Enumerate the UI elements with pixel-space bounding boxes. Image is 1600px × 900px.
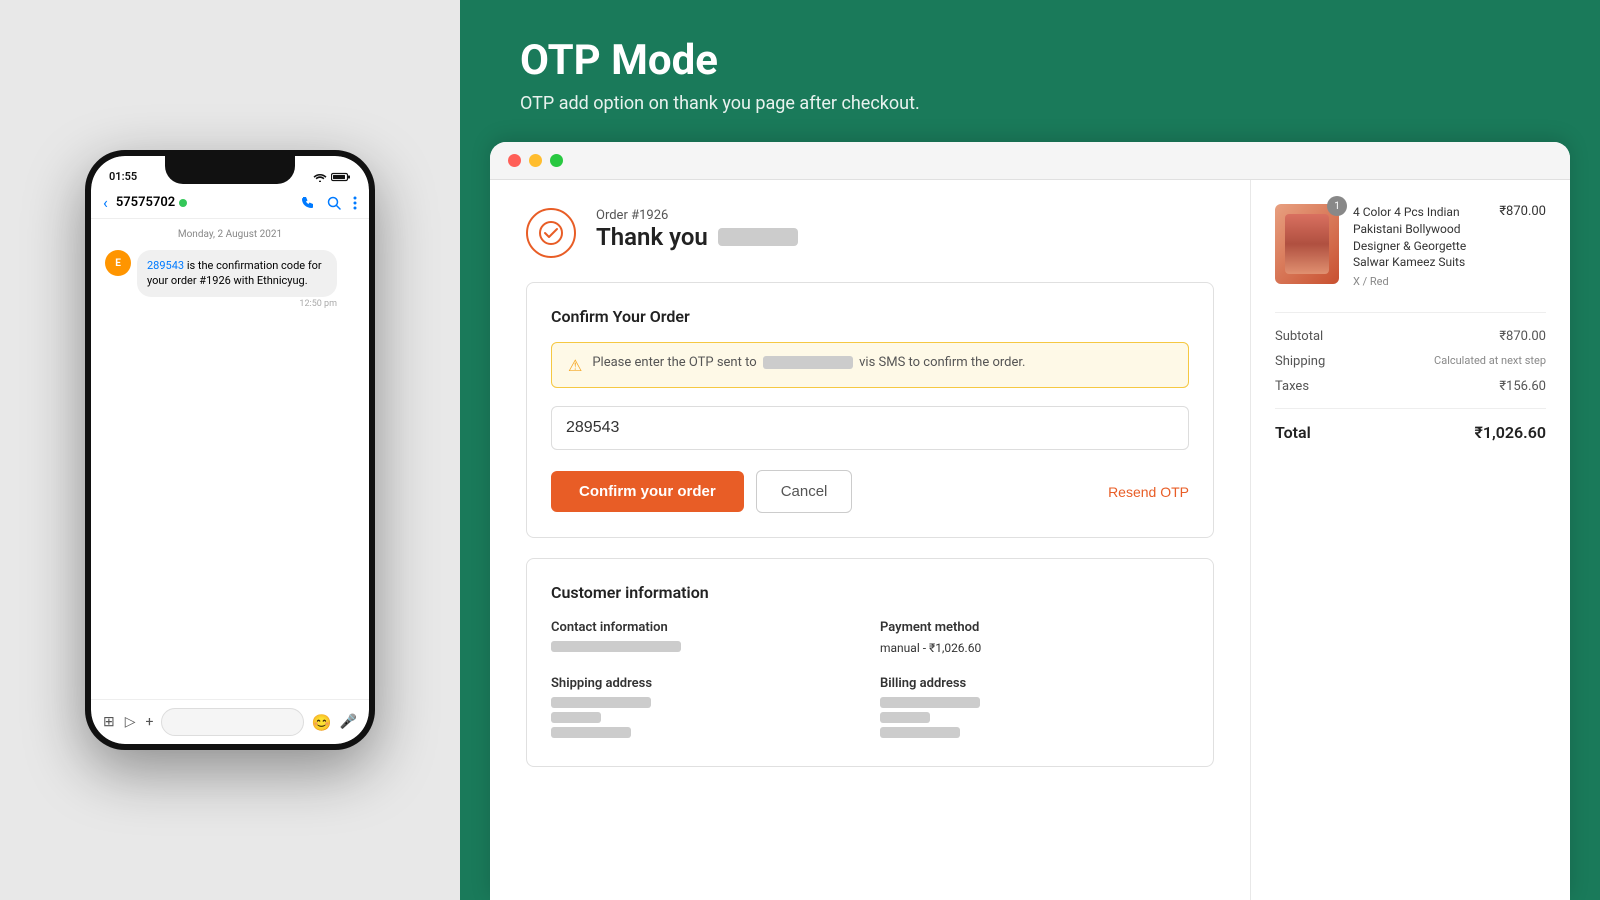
phone-screen: 01:55 ‹ [91, 156, 369, 744]
wifi-icon [313, 172, 327, 182]
confirm-order-button[interactable]: Confirm your order [551, 471, 744, 512]
billing-address-col: Billing address [880, 676, 1189, 742]
shipping-row: Shipping Calculated at next step [1275, 354, 1546, 369]
otp-link[interactable]: 289543 [147, 259, 184, 272]
thank-you-heading: Thank you [596, 223, 798, 251]
billing-address-value [880, 697, 1189, 738]
right-panel: OTP Mode OTP add option on thank you pag… [460, 0, 1600, 900]
checkout-sidebar: 1 4 Color 4 Pcs Indian Pakistani Bollywo… [1250, 180, 1570, 900]
contact-name: 57575702 [116, 195, 175, 210]
product-price: ₹870.00 [1499, 204, 1546, 288]
product-info: 4 Color 4 Pcs Indian Pakistani Bollywood… [1353, 204, 1485, 288]
customer-info-grid: Contact information Payment method manua… [551, 620, 1189, 742]
minimize-dot[interactable] [529, 154, 542, 167]
message-input[interactable] [161, 708, 303, 736]
sms-header: ‹ 57575702 [91, 187, 369, 219]
bottom-icons: ⊞ ▷ + [103, 714, 153, 730]
payment-method-col: Payment method manual - ₹1,026.60 [880, 620, 1189, 656]
sms-date: Monday, 2 August 2021 [105, 229, 355, 240]
checkout-main: Order #1926 Thank you Confirm Your Order… [490, 180, 1250, 900]
sms-bubble: 289543 is the confirmation code for your… [137, 250, 337, 297]
order-summary: Subtotal ₹870.00 Shipping Calculated at … [1275, 312, 1546, 442]
order-header: Order #1926 Thank you [526, 208, 1214, 258]
taxes-label: Taxes [1275, 379, 1309, 394]
message-time: 12:50 pm [137, 299, 337, 309]
phone-mockup: 01:55 ‹ [85, 150, 375, 750]
phone-bottom-bar: ⊞ ▷ + 😊 🎤 [91, 699, 369, 744]
shipping-label: Shipping [1275, 354, 1325, 369]
subtotal-value: ₹870.00 [1499, 329, 1546, 344]
maximize-dot[interactable] [550, 154, 563, 167]
left-panel: 01:55 ‹ [0, 0, 460, 900]
sms-header-icons [301, 196, 357, 210]
phone-notch [165, 156, 295, 184]
right-header: OTP Mode OTP add option on thank you pag… [460, 0, 1600, 142]
otp-warning-banner: ⚠ Please enter the OTP sent to vis SMS t… [551, 342, 1189, 388]
taxes-value: ₹156.60 [1499, 379, 1546, 394]
order-title-block: Order #1926 Thank you [596, 208, 798, 251]
phone-icon[interactable] [301, 196, 315, 210]
online-indicator [179, 199, 187, 207]
payment-method-label: Payment method [880, 620, 1189, 635]
payment-method-value: manual - ₹1,026.60 [880, 641, 1189, 655]
browser-content: Order #1926 Thank you Confirm Your Order… [490, 180, 1570, 900]
more-icon[interactable] [353, 196, 357, 210]
battery-icon [331, 172, 351, 182]
resend-otp-button[interactable]: Resend OTP [1108, 484, 1189, 500]
shipping-address-value [551, 697, 860, 738]
page-title: OTP Mode [520, 36, 1540, 85]
order-number: Order #1926 [596, 208, 798, 223]
shipping-address-col: Shipping address [551, 676, 860, 742]
product-image-wrap: 1 [1275, 204, 1339, 288]
cancel-button[interactable]: Cancel [756, 470, 853, 513]
close-dot[interactable] [508, 154, 521, 167]
product-name: 4 Color 4 Pcs Indian Pakistani Bollywood… [1353, 204, 1485, 271]
product-variant: X / Red [1353, 275, 1485, 288]
browser-window: Order #1926 Thank you Confirm Your Order… [490, 142, 1570, 900]
customer-section: Customer information Contact information… [526, 558, 1214, 767]
sms-message-row: E 289543 is the confirmation code for yo… [105, 250, 355, 309]
sender-avatar: E [105, 250, 131, 276]
otp-input-field[interactable] [551, 406, 1189, 450]
product-image-inner [1285, 214, 1329, 274]
add-icon[interactable]: + [146, 714, 154, 730]
back-button[interactable]: ‹ [103, 193, 108, 212]
customer-section-title: Customer information [551, 583, 1189, 602]
mic-icon[interactable]: 🎤 [340, 714, 357, 730]
shipping-value: Calculated at next step [1434, 354, 1546, 369]
sms-contact: 57575702 [116, 195, 293, 210]
shipping-address-label: Shipping address [551, 676, 860, 691]
product-quantity-badge: 1 [1327, 196, 1347, 216]
contact-info-col: Contact information [551, 620, 860, 656]
phone-number-redacted [763, 356, 853, 369]
product-item: 1 4 Color 4 Pcs Indian Pakistani Bollywo… [1275, 204, 1546, 288]
total-row: Total ₹1,026.60 [1275, 408, 1546, 442]
customer-name-redacted [718, 228, 798, 246]
order-success-icon [526, 208, 576, 258]
photo-icon[interactable]: ▷ [125, 714, 136, 730]
total-label: Total [1275, 423, 1311, 442]
otp-actions: Confirm your order Cancel Resend OTP [551, 470, 1189, 513]
sticker-icon[interactable]: 😊 [312, 713, 332, 732]
warning-text: Please enter the OTP sent to vis SMS to … [592, 355, 1025, 370]
billing-address-label: Billing address [880, 676, 1189, 691]
page-subtitle: OTP add option on thank you page after c… [520, 93, 1540, 114]
warning-icon: ⚠ [568, 356, 582, 375]
total-value: ₹1,026.60 [1474, 423, 1546, 442]
status-icons [313, 172, 351, 182]
status-time: 01:55 [109, 170, 137, 183]
otp-section-title: Confirm Your Order [551, 307, 1189, 326]
contact-email-redacted [551, 641, 860, 652]
sms-body: Monday, 2 August 2021 E 289543 is the co… [91, 219, 369, 699]
otp-section: Confirm Your Order ⚠ Please enter the OT… [526, 282, 1214, 538]
subtotal-row: Subtotal ₹870.00 [1275, 329, 1546, 344]
browser-titlebar [490, 142, 1570, 180]
camera-icon[interactable]: ⊞ [103, 714, 115, 730]
product-image [1275, 204, 1339, 284]
taxes-row: Taxes ₹156.60 [1275, 379, 1546, 394]
subtotal-label: Subtotal [1275, 329, 1323, 344]
search-icon[interactable] [327, 196, 341, 210]
contact-info-label: Contact information [551, 620, 860, 635]
